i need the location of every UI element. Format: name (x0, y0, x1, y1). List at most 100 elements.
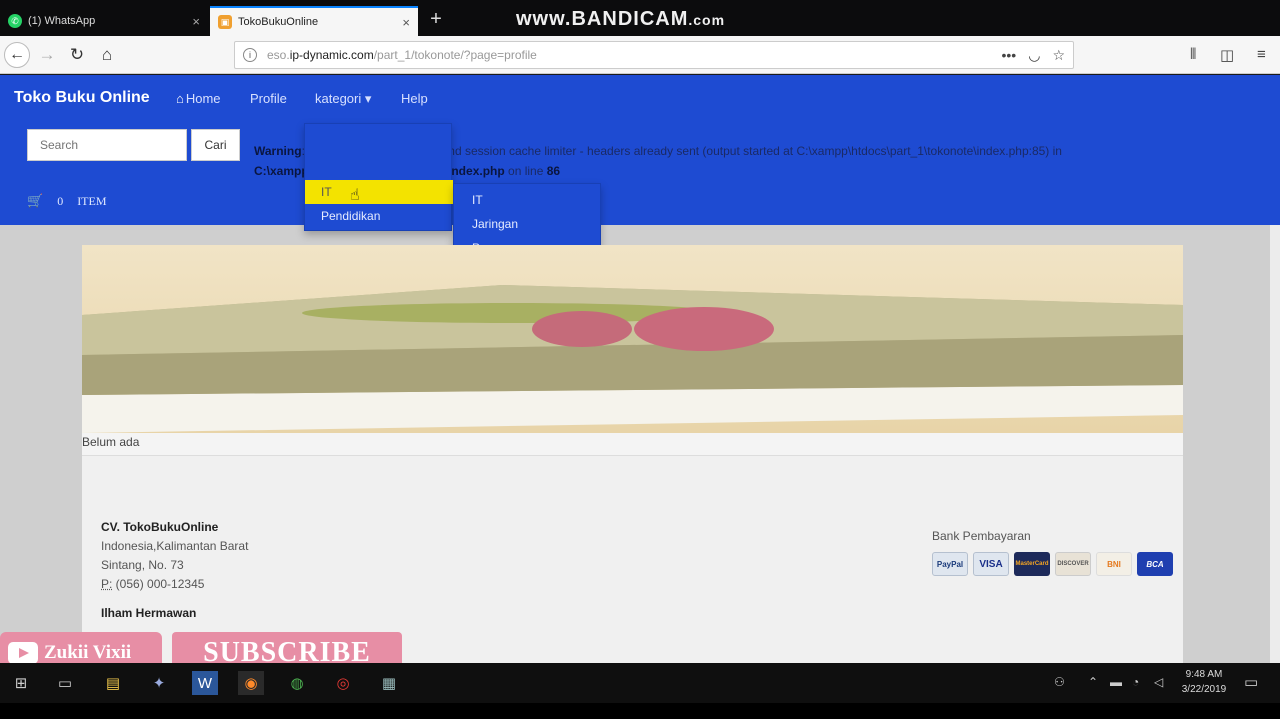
site-brand[interactable]: Toko Buku Online (14, 89, 150, 107)
warning-tail: on line (504, 164, 547, 178)
bank-logos: PayPal VISA MasterCard DISCOVER BNI BCA (932, 552, 1173, 576)
word-icon[interactable]: W (192, 671, 218, 695)
web-page: Toko Buku Online ⌂ Home Profile kategori … (0, 75, 1280, 663)
address-line-2: Sintang, No. 73 (101, 558, 184, 572)
library-icon[interactable]: ⫴ (1190, 46, 1196, 63)
volume-icon[interactable]: ◁ (1154, 675, 1163, 689)
app-icon[interactable]: ▦ (376, 671, 402, 695)
people-icon[interactable]: ⚇ (1054, 675, 1065, 689)
firefox-icon[interactable]: ◉ (238, 671, 264, 695)
banner-caption: Belum ada (82, 435, 140, 449)
chrome-icon[interactable]: ◍ (284, 671, 310, 695)
visa-logo: VISA (973, 552, 1009, 576)
submenu-item-it[interactable]: IT (454, 188, 602, 212)
company-name: CV. TokoBukuOnline (101, 520, 219, 534)
url-prefix: eso. (267, 48, 290, 62)
cart-label: ITEM (77, 193, 107, 208)
site-header: Toko Buku Online ⌂ Home Profile kategori … (0, 75, 1280, 225)
channel-name: Zukii Vixii (44, 642, 132, 663)
contact-person: Ilham Hermawan (101, 606, 197, 620)
cart-count: 0 (57, 193, 64, 208)
browser-tab-strip: ✆ (1) WhatsApp × ▣ TokoBukuOnline × + ww… (0, 0, 1280, 36)
clock-time: 9:48 AM (1185, 669, 1223, 680)
dropdown-item-pendidikan[interactable]: Pendidikan (305, 204, 453, 228)
address-line-1: Indonesia,Kalimantan Barat (101, 539, 249, 553)
file-explorer-icon[interactable]: ▤ (100, 671, 126, 695)
new-tab-button[interactable]: + (426, 8, 446, 31)
wifi-icon[interactable]: ◔ (1132, 675, 1139, 689)
reload-icon: ↻ (69, 45, 85, 64)
task-view-icon[interactable]: ▭ (52, 671, 78, 695)
search-button[interactable]: Cari (191, 129, 240, 161)
more-actions-icon[interactable]: ••• (1002, 47, 1017, 63)
nav-home[interactable]: ⌂ Home (176, 91, 221, 106)
cart-summary[interactable]: 🛒 0 ITEM (27, 193, 107, 209)
bca-logo: BCA (1137, 552, 1173, 576)
browser-navbar: ← → ↻ ⌂ i eso.ip-dynamic.com/part_1/toko… (0, 36, 1280, 74)
windows-start-icon[interactable]: ⊞ (8, 671, 34, 695)
submenu-item-jaringan[interactable]: Jaringan (454, 212, 602, 236)
nav-help[interactable]: Help (401, 91, 428, 106)
tab-label: (1) WhatsApp (28, 15, 96, 27)
warning-line: 86 (546, 164, 561, 178)
tab-whatsapp[interactable]: ✆ (1) WhatsApp × (0, 6, 208, 36)
network-app-icon[interactable]: ✦ (146, 671, 172, 695)
kategori-dropdown: IT Pendidikan (304, 123, 453, 231)
notification-icon[interactable]: ▭ (1244, 673, 1258, 691)
arrow-right-icon: → (38, 45, 56, 64)
video-letterbox (0, 703, 1280, 719)
bandicam-icon[interactable]: ◎ (330, 671, 356, 695)
close-tab-icon[interactable]: × (402, 15, 410, 30)
main-content: Belum ada CV. TokoBukuOnline Indonesia,K… (82, 245, 1183, 663)
url-bar[interactable]: i eso.ip-dynamic.com/part_1/tokonote/?pa… (234, 41, 1074, 69)
info-icon[interactable]: i (243, 48, 257, 62)
phone-prefix: P: (101, 577, 113, 591)
hand-cursor-icon: ☝ (350, 187, 360, 204)
dropdown-item-it[interactable]: IT (305, 180, 453, 204)
site-favicon-icon: ▣ (218, 15, 232, 29)
url-text[interactable]: eso.ip-dynamic.com/part_1/tokonote/?page… (267, 48, 990, 62)
home-icon: ⌂ (101, 45, 113, 64)
back-button[interactable]: ← (4, 42, 30, 68)
company-address: CV. TokoBukuOnline Indonesia,Kalimantan … (101, 518, 248, 594)
bni-logo: BNI (1096, 552, 1132, 576)
nav-profile[interactable]: Profile (250, 91, 287, 106)
phone-number: (056) 000-12345 (112, 577, 205, 591)
paypal-logo: PayPal (932, 552, 968, 576)
discover-logo: DISCOVER (1055, 552, 1091, 576)
watermark-suffix: .com (688, 12, 726, 28)
reload-button[interactable]: ↻ (64, 42, 90, 68)
tab-label: TokoBukuOnline (238, 16, 319, 28)
mastercard-logo: MasterCard (1014, 552, 1050, 576)
book-flower-illustration (82, 245, 1183, 433)
bandicam-watermark: www.BANDICAM.com (516, 8, 725, 31)
close-tab-icon[interactable]: × (192, 14, 200, 29)
forward-button[interactable]: → (34, 42, 60, 68)
home-button[interactable]: ⌂ (94, 42, 120, 68)
banner-image (82, 245, 1183, 433)
bookmark-star-icon[interactable]: ☆ (1052, 47, 1065, 64)
clock-date: 3/22/2019 (1181, 684, 1227, 695)
youtube-play-icon (8, 642, 38, 664)
chevron-up-icon[interactable]: ⌃ (1088, 675, 1098, 689)
tab-tokobukuonline[interactable]: ▣ TokoBukuOnline × (210, 6, 418, 36)
sidebar-icon[interactable]: ◫ (1220, 46, 1234, 64)
shopping-cart-icon: 🛒 (27, 193, 44, 208)
menu-icon[interactable]: ≡ (1257, 46, 1266, 63)
page-scrollbar[interactable] (1270, 225, 1280, 663)
phone-line: P: (056) 000-12345 (101, 575, 248, 594)
home-icon: ⌂ (176, 91, 184, 106)
url-path: /part_1/tokonote/?page=profile (373, 48, 537, 62)
warning-label: Warning (254, 144, 302, 158)
pocket-icon[interactable]: ◡ (1028, 47, 1040, 64)
nav-home-label: Home (185, 91, 221, 106)
bank-title: Bank Pembayaran (932, 529, 1031, 543)
search-input[interactable] (27, 129, 187, 161)
taskbar-clock[interactable]: 9:48 AM 3/22/2019 (1176, 667, 1232, 697)
arrow-left-icon: ← (9, 46, 25, 63)
nav-kategori[interactable]: kategori ▾ (315, 91, 371, 107)
watermark-text: www.BANDICAM (516, 8, 689, 30)
windows-taskbar: ⊞ ▭ ▤ ✦ W ◉ ◍ ◎ ▦ ⚇ ⌃ ▬ ◔ ◁ 9:48 AM 3/22… (0, 663, 1280, 703)
battery-icon[interactable]: ▬ (1110, 675, 1122, 689)
url-host: ip-dynamic.com (289, 48, 374, 62)
